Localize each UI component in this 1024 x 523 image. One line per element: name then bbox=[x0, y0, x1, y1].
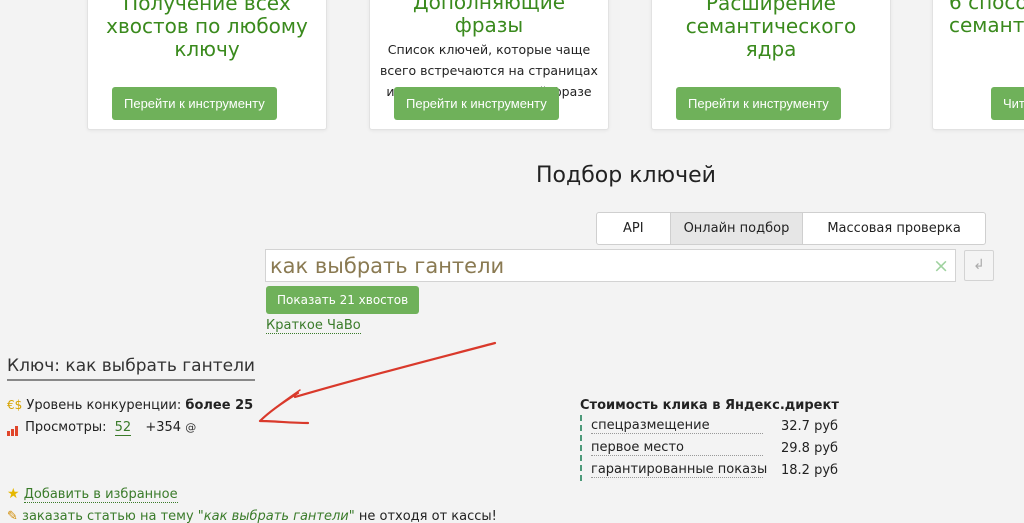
tab-bulk-check[interactable]: Массовая проверка bbox=[803, 213, 984, 244]
card-title: Получение всех хвостов по любому ключу bbox=[106, 0, 308, 61]
favorite-row: ★ Добавить в избранное bbox=[7, 486, 178, 503]
page-title: Подбор ключей bbox=[536, 163, 716, 188]
views-link[interactable]: 52 bbox=[114, 420, 132, 436]
order-suffix: не отходя от кассы! bbox=[354, 509, 497, 523]
read-button[interactable]: Чит bbox=[991, 87, 1024, 120]
search-box: × bbox=[265, 249, 956, 282]
enter-button[interactable]: ↲ bbox=[964, 250, 994, 281]
cost-value: 32.7 руб bbox=[781, 418, 839, 434]
key-heading: Ключ: как выбрать гантели bbox=[7, 356, 255, 381]
pencil-icon: ✎ bbox=[7, 509, 18, 523]
card-title: 6 спосо семанти bbox=[949, 0, 1024, 37]
card-title: Расширение семантического ядра bbox=[685, 0, 857, 61]
dollar-icon: €$ bbox=[7, 398, 23, 412]
mode-tabs: API Онлайн подбор Массовая проверка bbox=[596, 212, 986, 245]
competition-label: Уровень конкуренции: bbox=[26, 398, 182, 413]
go-to-tool-button[interactable]: Перейти к инструменту bbox=[394, 87, 559, 120]
tool-card-methods: 6 спосо семанти Чит bbox=[932, 0, 1024, 130]
cost-row: спецразмещение 32.7 руб bbox=[591, 415, 841, 437]
star-icon: ★ bbox=[7, 486, 20, 502]
tab-api[interactable]: API bbox=[597, 213, 671, 244]
tool-card-phrases: Дополняющие фразы Список ключей, которые… bbox=[369, 0, 609, 130]
tool-card-tails: Получение всех хвостов по любому ключу П… bbox=[87, 0, 327, 130]
click-cost-title: Стоимость клика в Яндекс.директ bbox=[580, 398, 839, 413]
cost-label: гарантированные показы bbox=[591, 461, 768, 477]
cost-row: гарантированные показы 18.2 руб bbox=[591, 459, 841, 481]
cost-value: 18.2 руб bbox=[781, 462, 839, 478]
card-title: Дополняющие фразы bbox=[412, 0, 566, 37]
cost-value: 29.8 руб bbox=[781, 440, 839, 456]
order-article-link[interactable]: заказать статью на тему "как выбрать ган… bbox=[22, 509, 355, 523]
annotation-arrow bbox=[258, 341, 497, 425]
views-label: Просмотры: bbox=[25, 420, 107, 435]
tool-card-core: Расширение семантического ядра Перейти к… bbox=[651, 0, 891, 130]
click-cost-table: спецразмещение 32.7 руб первое место 29.… bbox=[580, 415, 841, 481]
go-to-tool-button[interactable]: Перейти к инструменту bbox=[112, 87, 277, 120]
cost-label: спецразмещение bbox=[591, 417, 710, 433]
faq-link[interactable]: Краткое ЧаВо bbox=[266, 318, 361, 334]
swirl-icon[interactable]: @ bbox=[185, 421, 196, 434]
add-to-favorites-link[interactable]: Добавить в избранное bbox=[23, 487, 178, 503]
bars-icon bbox=[7, 421, 21, 436]
views-stat: Просмотры: 52 +354 @ bbox=[7, 420, 196, 436]
order-article-row: ✎ заказать статью на тему "как выбрать г… bbox=[7, 509, 497, 523]
cost-row: первое место 29.8 руб bbox=[591, 437, 841, 459]
clear-icon[interactable]: × bbox=[933, 253, 949, 279]
views-extra: +354 bbox=[145, 420, 182, 435]
competition-value: более 25 bbox=[185, 398, 254, 413]
cost-label: первое место bbox=[591, 439, 684, 455]
search-input[interactable] bbox=[270, 251, 930, 280]
show-tails-button[interactable]: Показать 21 хвостов bbox=[266, 286, 420, 314]
tab-online[interactable]: Онлайн подбор bbox=[670, 213, 804, 244]
go-to-tool-button[interactable]: Перейти к инструменту bbox=[676, 87, 841, 120]
competition-level: €$ Уровень конкуренции: более 25 bbox=[7, 398, 253, 413]
